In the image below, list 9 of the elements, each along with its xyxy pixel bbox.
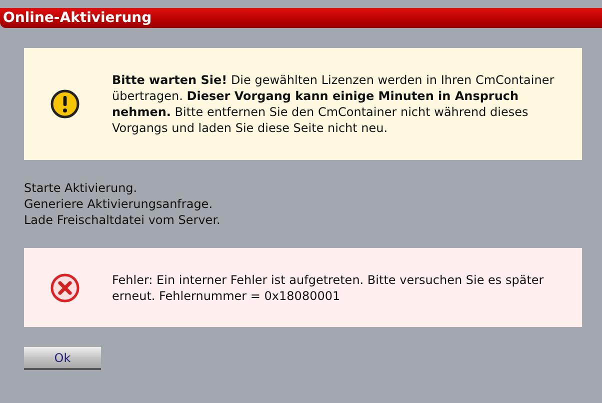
warning-message: Bitte warten Sie! Die gewählten Lizenzen werden in Ihren CmContainer übertragen. Dieser Vorgang kann einige Minuten in Anspruch nehmen. Bitte entfernen Sie den CmContainer nicht während dieses Vorgangs und laden Sie diese Seite nicht neu. (112, 72, 556, 136)
error-icon (50, 272, 80, 302)
log-line: Starte Aktivierung. (24, 180, 138, 196)
ok-button[interactable]: Ok (24, 347, 101, 370)
warning-icon (50, 89, 80, 119)
log-line: Generiere Aktivierungsanfrage. (24, 196, 214, 212)
error-message: Fehler: Ein interner Fehler ist aufgetreten. Bitte versuchen Sie es später erneut. Fehlernummer = 0x18080001 (112, 272, 545, 304)
log-line: Lade Freischaltdatei vom Server. (24, 212, 222, 228)
window-title: Online-Aktivierung (0, 8, 602, 28)
